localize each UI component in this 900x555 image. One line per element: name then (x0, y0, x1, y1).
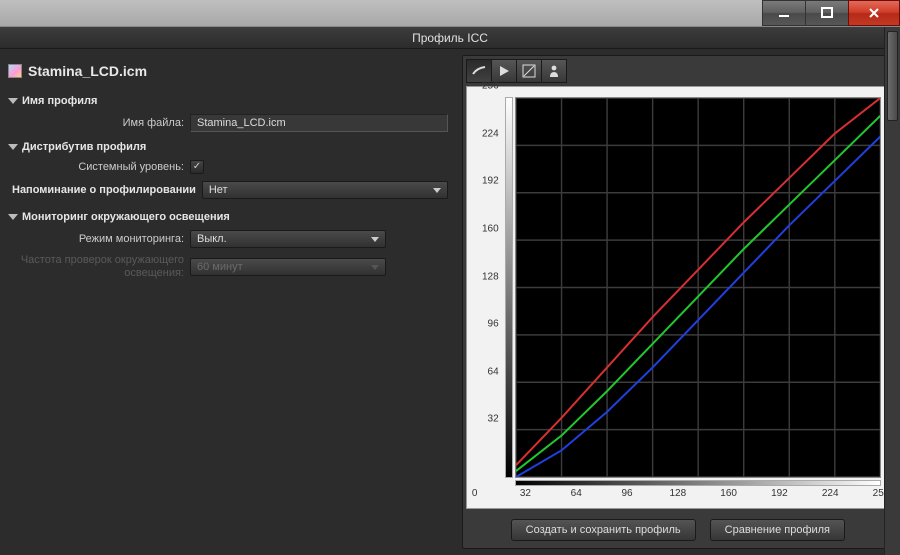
profile-filename-bar: Stamina_LCD.icm (6, 59, 448, 89)
minimize-button[interactable] (762, 0, 806, 26)
tool-play[interactable] (491, 59, 517, 83)
icc-file-icon (8, 64, 22, 78)
tool-person[interactable] (541, 59, 567, 83)
system-level-checkbox[interactable] (190, 160, 204, 174)
window-titlebar (0, 0, 900, 27)
monitoring-mode-select[interactable]: Выкл. (190, 230, 386, 248)
vertical-scrollbar[interactable] (884, 27, 900, 555)
y-gradient-bar (505, 97, 513, 478)
chevron-down-icon (8, 98, 18, 104)
chart-toolbar (466, 59, 890, 86)
filename-label: Имя файла: (6, 117, 190, 129)
settings-panel: Stamina_LCD.icm Имя профиля Имя файла: Д… (2, 55, 454, 549)
maximize-button[interactable] (805, 0, 849, 26)
chart-plot (515, 97, 881, 478)
close-button[interactable] (848, 0, 900, 26)
system-level-label: Системный уровень: (6, 161, 190, 173)
app-window: Профиль ICC Stamina_LCD.icm Имя профиля … (0, 27, 900, 555)
monitoring-mode-label: Режим мониторинга: (6, 233, 190, 245)
compare-profile-button[interactable]: Сравнение профиля (710, 519, 845, 541)
tool-brush[interactable] (466, 59, 492, 83)
chevron-down-icon (8, 144, 18, 150)
section-profile-name[interactable]: Имя профиля (6, 89, 448, 111)
profile-filename: Stamina_LCD.icm (28, 63, 147, 79)
chevron-down-icon (8, 214, 18, 220)
chevron-down-icon (371, 237, 379, 242)
reminder-select[interactable]: Нет (202, 181, 448, 199)
x-gradient-bar (515, 480, 881, 486)
create-save-profile-button[interactable]: Создать и сохранить профиль (511, 519, 696, 541)
chart-area: 326496128160192224256 032649612816019222… (466, 86, 890, 509)
reminder-label: Напоминание о профилировании (12, 184, 196, 196)
monitoring-freq-label: Частота проверок окружающего освещения: (6, 254, 190, 280)
section-distribution[interactable]: Дистрибутив профиля (6, 135, 448, 157)
chevron-down-icon (433, 188, 441, 193)
section-monitoring[interactable]: Мониторинг окружающего освещения (6, 205, 448, 227)
y-axis: 326496128160192224256 (475, 97, 505, 478)
tool-curve[interactable] (516, 59, 542, 83)
app-title: Профиль ICC (0, 27, 900, 49)
filename-input[interactable] (190, 114, 448, 132)
chevron-down-icon (371, 265, 379, 270)
chart-panel: 326496128160192224256 032649612816019222… (462, 55, 894, 549)
monitoring-freq-select: 60 минут (190, 258, 386, 276)
x-axis: 0326496128160192224256 (475, 488, 881, 502)
scrollbar-thumb[interactable] (887, 31, 898, 121)
